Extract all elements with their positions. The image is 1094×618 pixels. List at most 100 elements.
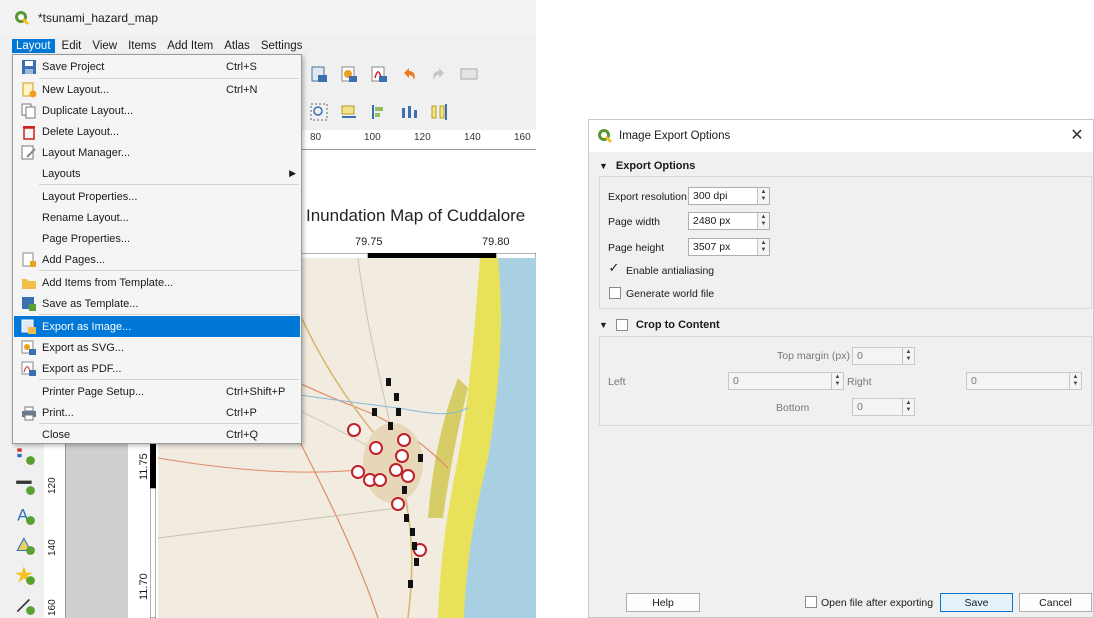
menu-item-shortcut: Ctrl+S bbox=[226, 60, 257, 73]
menu-item-new-layout[interactable]: New Layout... Ctrl+N bbox=[14, 79, 300, 100]
export-svg-icon[interactable] bbox=[338, 63, 360, 85]
align-items-icon[interactable] bbox=[368, 101, 390, 123]
add-legend-icon[interactable] bbox=[14, 444, 40, 470]
horizontal-ruler: 80 100 120 140 160 bbox=[300, 130, 536, 150]
menu-item-label: Page Properties... bbox=[42, 232, 131, 245]
add-shape-icon[interactable] bbox=[14, 534, 40, 560]
export-pdf-icon[interactable] bbox=[368, 63, 390, 85]
spin-arrows-icon[interactable]: ▲ ▼ bbox=[902, 399, 914, 415]
menu-item-label: Save as Template... bbox=[42, 297, 139, 310]
bottom-margin-spinbox[interactable]: 0 ▲ ▼ bbox=[852, 398, 915, 416]
atlas-preview-icon[interactable] bbox=[458, 63, 480, 85]
menu-separator bbox=[39, 184, 299, 185]
top-margin-spinbox[interactable]: 0 ▲ ▼ bbox=[852, 347, 915, 365]
add-label-icon[interactable]: A bbox=[14, 504, 40, 530]
vertical-ruler: 120 140 160 bbox=[44, 444, 66, 618]
menu-item-printer-page-setup[interactable]: Printer Page Setup... Ctrl+Shift+P bbox=[14, 381, 300, 402]
export-options-header[interactable]: ▼ Export Options bbox=[599, 160, 695, 172]
menu-item-export-as-pdf[interactable]: Export as PDF... bbox=[14, 358, 300, 379]
export-resolution-spinbox[interactable]: 300 dpi ▲ ▼ bbox=[688, 187, 770, 205]
menu-item-layout-manager[interactable]: Layout Manager... bbox=[14, 142, 300, 163]
world-file-checkbox[interactable] bbox=[609, 287, 621, 299]
menu-item-label: Duplicate Layout... bbox=[42, 104, 134, 117]
top-coord-label: 79.80 bbox=[482, 236, 510, 248]
spin-arrows-icon[interactable]: ▲ ▼ bbox=[1069, 373, 1081, 389]
cancel-button[interactable]: Cancel bbox=[1019, 593, 1092, 612]
menu-view[interactable]: View bbox=[88, 39, 121, 53]
ruler-label: 160 bbox=[514, 132, 531, 143]
export-svg-icon bbox=[21, 340, 37, 356]
distribute-items-icon[interactable] bbox=[398, 101, 420, 123]
export-image-icon[interactable] bbox=[308, 63, 330, 85]
menu-item-close[interactable]: Close Ctrl+Q bbox=[14, 424, 300, 445]
raise-items-icon[interactable] bbox=[338, 101, 360, 123]
close-icon[interactable]: ✕ bbox=[1067, 126, 1087, 146]
menu-item-duplicate-layout[interactable]: Duplicate Layout... bbox=[14, 100, 300, 121]
menu-item-label: Layout Manager... bbox=[42, 146, 131, 159]
menu-item-label: Export as SVG... bbox=[42, 341, 124, 354]
zoom-full-icon[interactable] bbox=[308, 101, 330, 123]
open-file-checkbox[interactable] bbox=[805, 596, 817, 608]
help-button[interactable]: Help bbox=[626, 593, 700, 612]
spin-arrows-icon[interactable]: ▲ ▼ bbox=[757, 188, 769, 204]
top-margin-label: Top margin (px) bbox=[777, 350, 850, 362]
menu-settings[interactable]: Settings bbox=[257, 39, 307, 53]
menu-item-label: New Layout... bbox=[42, 83, 110, 96]
undo-icon[interactable] bbox=[398, 63, 420, 85]
crop-to-content-header[interactable]: ▼ Crop to Content bbox=[599, 319, 720, 331]
save-button[interactable]: Save bbox=[940, 593, 1013, 612]
redo-icon[interactable] bbox=[428, 63, 450, 85]
menu-items[interactable]: Items bbox=[124, 39, 160, 53]
left-margin-spinbox[interactable]: 0 ▲ ▼ bbox=[728, 372, 844, 390]
antialiasing-checkbox[interactable]: ✓ bbox=[608, 261, 620, 275]
menu-item-add-pages[interactable]: Add Pages... bbox=[14, 249, 300, 270]
menu-item-save-as-template[interactable]: Save as Template... bbox=[14, 293, 300, 314]
menu-item-label: Add Pages... bbox=[42, 253, 105, 266]
page-height-label: Page height bbox=[608, 242, 665, 254]
spin-arrows-icon[interactable]: ▲ ▼ bbox=[902, 348, 914, 364]
world-file-label: Generate world file bbox=[626, 288, 715, 300]
menu-item-label: Save Project bbox=[42, 60, 105, 73]
crop-to-content-checkbox[interactable] bbox=[615, 319, 628, 331]
menu-separator bbox=[39, 314, 299, 315]
left-coord-label: 11.75 bbox=[138, 453, 150, 480]
menu-atlas[interactable]: Atlas bbox=[220, 39, 254, 53]
ruler-label: 120 bbox=[47, 477, 58, 494]
menu-item-rename-layout[interactable]: Rename Layout... bbox=[14, 207, 300, 228]
spinbox-value: 0 bbox=[857, 350, 863, 362]
menu-item-page-properties[interactable]: Page Properties... bbox=[14, 228, 300, 249]
top-coord-label: 79.75 bbox=[355, 236, 383, 248]
spin-arrows-icon[interactable]: ▲ ▼ bbox=[831, 373, 843, 389]
menu-item-add-items-from-template[interactable]: Add Items from Template... bbox=[14, 272, 300, 293]
menu-edit[interactable]: Edit bbox=[58, 39, 86, 53]
map-title: Inundation Map of Cuddalore bbox=[306, 206, 526, 225]
spin-arrows-icon[interactable]: ▲ ▼ bbox=[757, 239, 769, 255]
menu-item-delete-layout[interactable]: Delete Layout... bbox=[14, 121, 300, 142]
export-resolution-label: Export resolution bbox=[608, 191, 687, 203]
menu-item-layouts[interactable]: Layouts ▶ bbox=[14, 163, 300, 184]
page-height-spinbox[interactable]: 3507 px ▲ ▼ bbox=[688, 238, 770, 256]
bottom-margin-label: Bottom bbox=[776, 402, 810, 414]
image-export-options-dialog: Image Export Options ✕ ▼ Export Options … bbox=[588, 119, 1094, 618]
menu-item-layout-properties[interactable]: Layout Properties... bbox=[14, 186, 300, 207]
right-margin-spinbox[interactable]: 0 ▲ ▼ bbox=[966, 372, 1082, 390]
spin-arrows-icon[interactable]: ▲ ▼ bbox=[757, 213, 769, 229]
menu-item-export-as-image[interactable]: Export as Image... bbox=[14, 316, 300, 337]
spinbox-value: 3507 px bbox=[693, 241, 731, 253]
ruler-label: 140 bbox=[464, 132, 481, 143]
menu-item-export-as-svg[interactable]: Export as SVG... bbox=[14, 337, 300, 358]
page-width-spinbox[interactable]: 2480 px ▲ ▼ bbox=[688, 212, 770, 230]
spinbox-value: 0 bbox=[857, 401, 863, 413]
spinbox-value: 0 bbox=[971, 375, 977, 387]
add-scalebar-icon[interactable] bbox=[14, 474, 40, 500]
spinbox-value: 0 bbox=[733, 375, 739, 387]
menu-layout[interactable]: Layout bbox=[12, 39, 55, 53]
menu-item-save-project[interactable]: Save Project Ctrl+S bbox=[14, 56, 300, 77]
add-marker-icon[interactable] bbox=[14, 564, 40, 590]
resize-items-icon[interactable] bbox=[428, 101, 450, 123]
export-image-icon bbox=[21, 319, 37, 335]
menu-add-item[interactable]: Add Item bbox=[163, 39, 217, 53]
add-arrow-icon[interactable] bbox=[14, 594, 40, 618]
menu-item-print[interactable]: Print... Ctrl+P bbox=[14, 402, 300, 423]
add-page-icon bbox=[21, 252, 37, 268]
